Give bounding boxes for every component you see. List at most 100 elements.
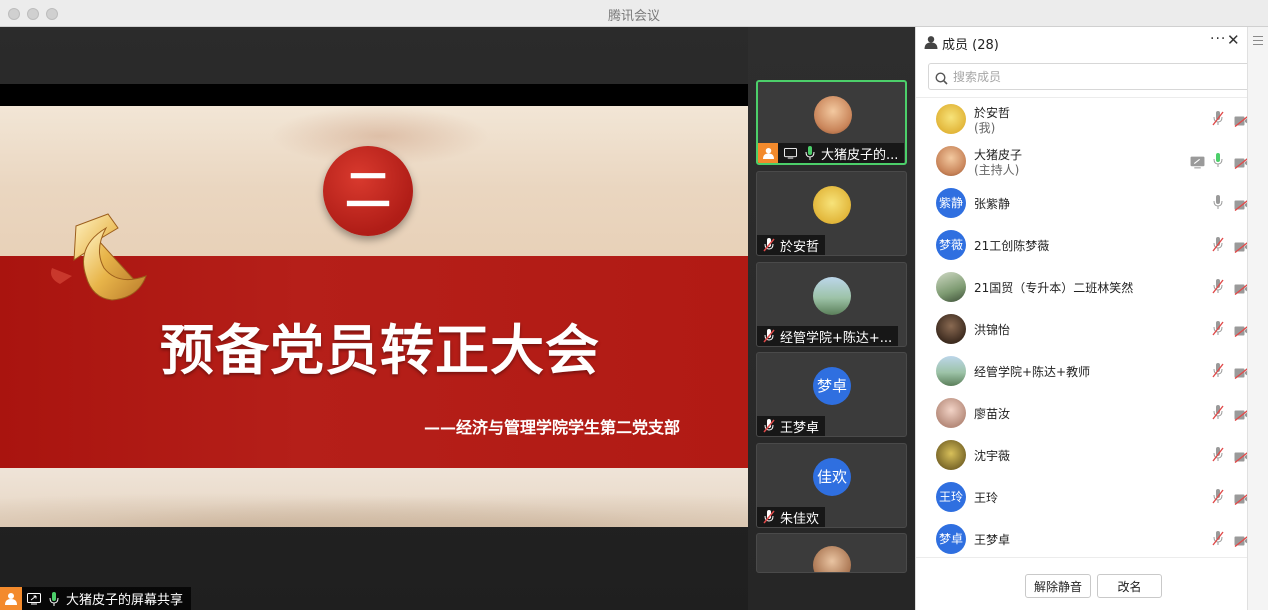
screen-share-label: 大猪皮子的屏幕共享 (0, 587, 192, 610)
tile-name: 经管学院+陈达+... (780, 330, 893, 346)
mic-muted-icon[interactable] (1212, 110, 1224, 130)
video-tile[interactable]: 於安哲 (756, 171, 907, 256)
screen-share-icon (26, 591, 42, 607)
mic-icon[interactable] (1212, 194, 1224, 214)
mic-muted-icon[interactable] (1212, 446, 1224, 466)
tile-avatar-photo (814, 96, 852, 134)
search-icon (935, 70, 948, 89)
mic-muted-icon[interactable] (1212, 320, 1224, 340)
member-name: 经管学院+陈达+教师 (974, 365, 1091, 379)
screen-share-label-text: 大猪皮子的屏幕共享 (66, 593, 184, 608)
tile-name: 於安哲 (780, 239, 820, 255)
member-row[interactable]: 王玲 王玲 (916, 476, 1250, 518)
member-row[interactable]: 紫静 张紫静 (916, 182, 1250, 224)
member-avatar-photo (936, 440, 966, 470)
mic-muted-icon (761, 328, 777, 344)
tile-avatar-photo (813, 546, 851, 572)
screen-share-icon (1190, 154, 1205, 173)
member-name: 王梦卓 (974, 533, 1011, 547)
members-panel: 成员 (28) ··· ✕ 於安哲 (我) 大猪皮子 (主持人) (915, 27, 1258, 610)
tile-avatar-duck (813, 186, 851, 224)
close-icon[interactable]: ✕ (1227, 31, 1240, 49)
member-row[interactable]: 梦薇 21工创陈梦薇 (916, 224, 1250, 266)
member-row[interactable]: 廖苗汝 (916, 392, 1250, 434)
side-rail (1247, 27, 1268, 610)
tile-name: 王梦卓 (780, 420, 820, 436)
member-search-input[interactable] (953, 68, 1233, 86)
member-row[interactable]: 梦卓 王梦卓 (916, 518, 1250, 560)
mic-muted-icon[interactable] (1212, 488, 1224, 508)
members-panel-title: 成员 (28) (942, 38, 999, 53)
member-name: 廖苗汝 (974, 407, 1011, 421)
member-name: 张紫静 (974, 197, 1011, 211)
tile-avatar-initials: 梦卓 (813, 367, 851, 405)
member-row[interactable]: 经管学院+陈达+教师 (916, 350, 1250, 392)
mic-on-icon[interactable] (1212, 152, 1224, 172)
member-row[interactable]: 大猪皮子 (主持人) (916, 140, 1250, 182)
video-tile[interactable]: 梦卓 王梦卓 (756, 352, 907, 437)
title-bar: 腾讯会议 (0, 0, 1268, 27)
mic-muted-icon[interactable] (1212, 530, 1224, 550)
tile-name-bar: 朱佳欢 (757, 507, 826, 527)
member-row[interactable]: 21国贸（专升本）二班林笑然 (916, 266, 1250, 308)
member-row[interactable]: 洪锦怡 (916, 308, 1250, 350)
tile-name-bar: 王梦卓 (757, 416, 826, 436)
video-strip[interactable]: 大猪皮子的... 於安哲 经管学院+陈达+... 梦卓 王梦卓 佳欢 朱佳欢 (748, 27, 915, 610)
meeting-window: 腾讯会议 二 预备党员转正大会 ——经济与管理学院学生第二党支部 大猪皮子的屏幕… (0, 0, 1268, 610)
mic-muted-icon (761, 418, 777, 434)
member-row[interactable]: 沈宇薇 (916, 434, 1250, 476)
menu-icon[interactable] (1253, 36, 1263, 48)
member-role: (我) (974, 121, 996, 135)
member-row[interactable]: 於安哲 (我) (916, 98, 1250, 140)
member-avatar-initials: 紫静 (936, 188, 966, 218)
mic-on-icon (46, 591, 62, 607)
member-search-box[interactable] (928, 63, 1258, 90)
more-icon[interactable]: ··· (1210, 31, 1226, 47)
video-tile[interactable]: 经管学院+陈达+... (756, 262, 907, 347)
member-name: 沈宇薇 (974, 449, 1011, 463)
tile-name: 朱佳欢 (780, 511, 820, 527)
slide-subtitle: ——经济与管理学院学生第二党支部 (423, 418, 680, 437)
tile-name-bar: 於安哲 (757, 235, 826, 255)
member-name: 王玲 (974, 491, 999, 505)
tile-avatar-photo (813, 277, 851, 315)
member-avatar-initials: 梦卓 (936, 524, 966, 554)
mic-muted-icon[interactable] (1212, 278, 1224, 298)
members-panel-header: 成员 (28) ··· ✕ (916, 27, 1248, 57)
member-name: 21工创陈梦薇 (974, 239, 1050, 253)
member-role: (主持人) (974, 163, 1020, 177)
mic-muted-icon[interactable] (1212, 362, 1224, 382)
member-avatar-photo (936, 146, 966, 176)
member-avatar-initials: 梦薇 (936, 230, 966, 260)
member-avatar-photo (936, 356, 966, 386)
tile-avatar-initials: 佳欢 (813, 458, 851, 496)
members-panel-footer: 解除静音 改名 (916, 557, 1248, 610)
tile-name-bar: 大猪皮子的... (758, 143, 905, 163)
tile-name-bar: 经管学院+陈达+... (757, 326, 899, 346)
member-avatar-photo (936, 314, 966, 344)
video-tile[interactable]: 佳欢 朱佳欢 (756, 443, 907, 528)
screen-share-view: 二 预备党员转正大会 ——经济与管理学院学生第二党支部 大猪皮子的屏幕共享 (0, 27, 748, 610)
shared-slide: 二 预备党员转正大会 ——经济与管理学院学生第二党支部 (0, 84, 748, 527)
video-tile[interactable]: 大猪皮子的... (756, 80, 907, 165)
screen-share-icon (782, 145, 798, 161)
unmute-all-button[interactable]: 解除静音 (1025, 574, 1091, 598)
party-emblem-icon (51, 213, 147, 301)
slide-section-number: 二 (323, 146, 413, 236)
mic-muted-icon[interactable] (1212, 236, 1224, 256)
video-tile-partial[interactable] (756, 533, 907, 573)
mic-muted-icon (761, 509, 777, 525)
mic-muted-icon (761, 237, 777, 253)
members-icon (924, 34, 938, 53)
member-name: 21国贸（专升本）二班林笑然 (974, 281, 1134, 295)
host-user-icon (758, 143, 778, 163)
member-avatar-initials: 王玲 (936, 482, 966, 512)
slide-title: 预备党员转正大会 (160, 319, 600, 382)
member-name: 洪锦怡 (974, 323, 1011, 337)
rename-button[interactable]: 改名 (1097, 574, 1162, 598)
member-avatar-duck (936, 104, 966, 134)
window-title: 腾讯会议 (607, 9, 660, 24)
member-avatar-photo (936, 272, 966, 302)
mic-muted-icon[interactable] (1212, 404, 1224, 424)
member-avatar-photo (936, 398, 966, 428)
